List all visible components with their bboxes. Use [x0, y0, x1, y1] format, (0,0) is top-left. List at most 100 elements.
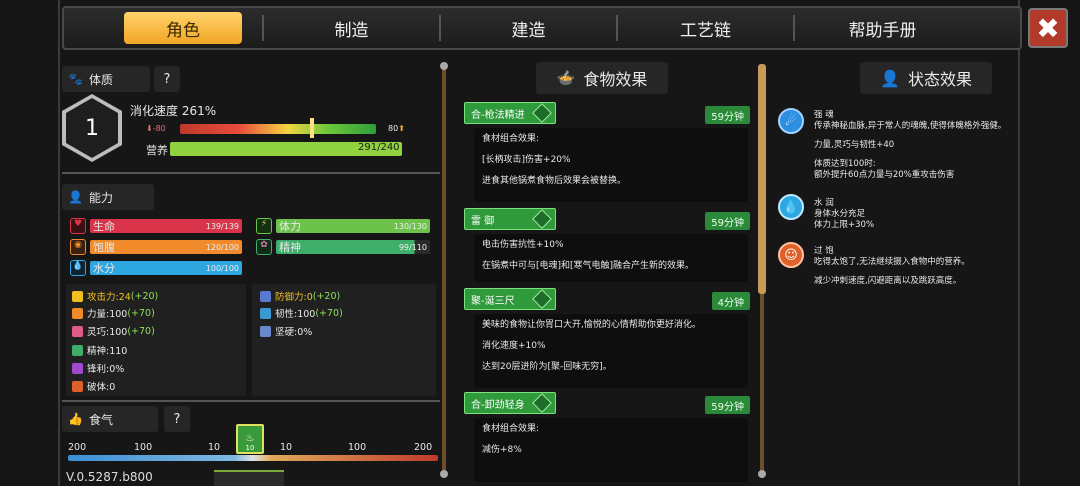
left-scrollbar[interactable] [442, 64, 446, 476]
attack-attr: 攻击力:24 (+20) [72, 289, 158, 303]
person-icon: 👤 [68, 190, 83, 204]
food-effect-name[interactable]: 合-枪法精进 [464, 102, 556, 124]
food-qi-marker[interactable]: ♨ 10 [236, 424, 264, 454]
health-value: 139/139 [205, 221, 239, 231]
food-effect-name[interactable]: 合-卸劲轻身 [464, 392, 556, 414]
water-drop-icon[interactable]: 💧 [778, 194, 804, 220]
paw-icon: 🐾 [68, 72, 83, 86]
background-left [0, 0, 60, 486]
hydration-value: 100/100 [205, 263, 239, 273]
background-right [1020, 0, 1080, 486]
digest-min-label: ⬇-80 [146, 124, 166, 133]
close-button[interactable]: ✖ [1028, 8, 1068, 48]
food-effect-time: 59分钟 [705, 396, 750, 414]
satiety-value: 120/100 [205, 242, 239, 252]
status-effect-desc: 过 饱 吃得太饱了,无法继续摄入食物中的营养。 减少冲刺速度,闪避距离以及跳跃高… [814, 246, 970, 287]
tab-bar: 角色 制造 建造 工艺链 帮助手册 ✖ [62, 6, 1068, 50]
spirit-attr: 精神:110 [72, 343, 127, 357]
full-stomach-icon[interactable]: ☺ [778, 242, 804, 268]
strength-attr: 力量:100 (+70) [72, 306, 155, 320]
muscle-icon [260, 307, 271, 319]
tab-character[interactable]: 角色 [124, 12, 242, 44]
dexterity-attr: 灵巧:100 (+70) [72, 324, 155, 338]
constitution-header: 🐾 体质 [62, 66, 150, 92]
lightning-icon: ⚡ [256, 218, 272, 234]
food-effects-header: 🍲 食物效果 [536, 62, 668, 94]
food-effect-desc: 美味的食物让你胃口大开,愉悦的心情帮助你更好消化。 消化速度+10% 达到20层进阶… [474, 314, 748, 388]
toughness-attr: 韧性:100 (+70) [260, 306, 343, 320]
food-effect-time: 4分钟 [711, 292, 750, 310]
scroll-knob [440, 470, 448, 478]
digest-speed-label: 消化速度 261% [130, 104, 217, 118]
health-bar: 生命 139/139 [90, 219, 242, 233]
section-divider [62, 172, 440, 174]
status-effects-title: 状态效果 [907, 70, 972, 89]
food-qi-header: 👍 食气 [62, 406, 158, 432]
stamina-bar: 体力 130/130 [276, 219, 430, 233]
food-qi-help-button[interactable]: ? [164, 406, 190, 432]
tab-help-manual[interactable]: 帮助手册 [795, 12, 970, 44]
character-panel: 🐾 体质 ? 1 消化速度 261% ⬇-80 80⬆ 营养 291/240 👤… [62, 58, 442, 486]
spirit-label: 精神 [279, 241, 301, 254]
sharpness-attr: 锋利:0% [72, 361, 124, 375]
status-effect-desc: 强 魂 传承神秘血脉,异于常人的魂魄,使得体魄格外强健。 力量,灵巧与韧性+40… [814, 110, 1007, 181]
tab-process-chain[interactable]: 工艺链 [618, 12, 793, 44]
hydration-label: 水分 [93, 262, 115, 275]
gem-icon [532, 209, 552, 229]
ability-label: 能力 [88, 190, 113, 205]
armor-icon [260, 325, 271, 337]
digest-speed-bar [180, 124, 376, 134]
section-divider [62, 400, 440, 402]
shield-icon [260, 290, 271, 302]
scale-label: 200 [414, 442, 433, 453]
heart-icon: ♥ [70, 218, 86, 234]
constitution-label: 体质 [88, 72, 113, 87]
scale-label: 10 [280, 442, 293, 453]
constitution-help-button[interactable]: ? [154, 66, 180, 92]
stamina-label: 体力 [279, 220, 301, 233]
chef-icon: ♨ [245, 433, 255, 444]
sword-icon [72, 290, 83, 302]
tab-building[interactable]: 建造 [441, 12, 616, 44]
food-effect-name[interactable]: 聚-涎三尺 [464, 288, 556, 310]
scale-label: 10 [208, 442, 221, 453]
tab-crafting[interactable]: 制造 [264, 12, 439, 44]
middle-scroll-thumb[interactable] [758, 64, 766, 294]
arrow-down-icon: ⬇ [146, 124, 153, 133]
stamina-value: 130/130 [393, 221, 427, 231]
scroll-knob [758, 470, 766, 478]
status-effect-desc: 水 润 身体水分充足 体力上限+30% [814, 198, 875, 231]
food-effect-desc: 电击伤害抗性+10% 在锅煮中可与[电魂]和[寒气电触]融合产生新的效果。 [474, 234, 748, 282]
status-effects-panel: 👤 状态效果 ☄ 强 魂 传承神秘血脉,异于常人的魂魄,使得体魄格外强健。 力量… [774, 58, 1024, 486]
hand-icon [72, 325, 83, 337]
food-qi-scale-bar [68, 455, 438, 461]
stomach-icon: ◉ [70, 239, 86, 255]
person-icon: 👤 [880, 68, 900, 88]
scale-label: 100 [134, 442, 153, 453]
defense-attr: 防御力:0 (+20) [260, 289, 340, 303]
food-effect-name[interactable]: 雷 御 [464, 208, 556, 230]
scale-label: 100 [348, 442, 367, 453]
thumb-icon: 👍 [68, 412, 83, 426]
food-effects-panel: 🍲 食物效果 合-枪法精进 59分钟 食材组合效果: [长柄攻击]伤害+20% 进食… [458, 58, 754, 486]
burst-icon [72, 380, 83, 392]
scale-label: 200 [68, 442, 87, 453]
food-effect-desc: 食材组合效果: [长柄攻击]伤害+20% 进食其他锅煮食物后效果会被替换。 [474, 128, 748, 202]
satiety-label: 饱腹 [93, 241, 115, 254]
digest-max-label: 80⬆ [388, 124, 405, 133]
version-label: V.0.5287.b800 [66, 470, 153, 484]
water-drop-icon: 💧 [70, 260, 86, 276]
armor-break-attr: 破体:0 [72, 379, 115, 393]
health-label: 生命 [93, 220, 115, 233]
food-qi-tab[interactable] [214, 470, 284, 486]
hardness-attr: 坚硬:0% [260, 324, 312, 338]
spirit-value: 99/110 [398, 242, 427, 252]
status-effects-header: 👤 状态效果 [860, 62, 992, 94]
ability-header: 👤 能力 [62, 184, 154, 210]
blade-icon [72, 362, 83, 374]
fist-icon [72, 307, 83, 319]
food-effect-time: 59分钟 [705, 106, 750, 124]
food-effects-title: 食物效果 [583, 70, 648, 89]
soul-flame-icon[interactable]: ☄ [778, 108, 804, 134]
spirit-bar: 精神 99/110 [276, 240, 430, 254]
